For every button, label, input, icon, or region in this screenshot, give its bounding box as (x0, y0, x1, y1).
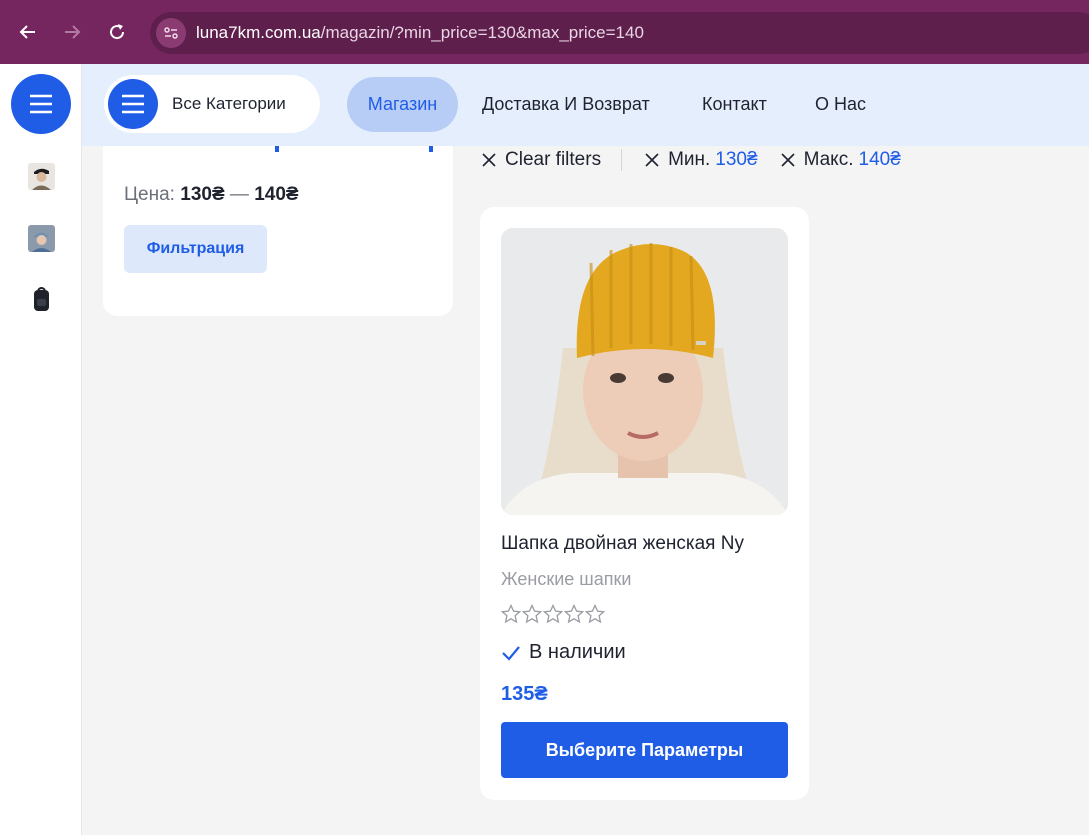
product-image[interactable] (501, 228, 788, 515)
clear-filters-link[interactable]: Clear filters (481, 149, 601, 171)
close-icon (781, 153, 795, 167)
product-title[interactable]: Шапка двойная женская Ny (501, 533, 744, 555)
price-slider-handle-min[interactable] (275, 146, 279, 152)
star-outline-icon (543, 604, 563, 624)
recent-product-thumb-3[interactable] (28, 286, 55, 313)
price-dash: — (229, 184, 249, 205)
all-categories-label: Все Категории (172, 94, 286, 113)
browser-toolbar: luna7km.com.ua/magazin/?min_price=130&ma… (0, 0, 1089, 64)
active-filters-bar: Clear filters Мин. 130₴ Макс. 140₴ (481, 146, 901, 174)
reload-icon (110, 24, 125, 40)
filter-button[interactable]: Фильтрация (124, 225, 267, 273)
back-button[interactable] (14, 18, 42, 46)
recent-product-thumb-1[interactable] (28, 163, 55, 190)
price-min-value: 130₴ (180, 184, 225, 205)
address-bar[interactable]: luna7km.com.ua/magazin/?min_price=130&ma… (150, 12, 1089, 54)
site-header: Все Категории Магазин Доставка И Возврат… (82, 64, 1089, 146)
url-path: /magazin/?min_price=130&max_price=140 (320, 23, 644, 42)
product-thumb-image (28, 286, 55, 313)
hamburger-icon (122, 94, 144, 114)
close-icon (482, 153, 496, 167)
min-price-value: 130₴ (715, 149, 758, 170)
close-icon (645, 153, 659, 167)
clear-filters-label: Clear filters (505, 149, 602, 170)
arrow-left-icon (19, 25, 35, 39)
checkmark-icon (502, 645, 520, 661)
hamburger-icon (30, 94, 52, 114)
site-info-icon[interactable] (156, 18, 186, 48)
product-card: Шапка двойная женская Ny Женские шапки В… (480, 207, 809, 800)
forward-button[interactable] (58, 18, 86, 46)
select-options-button[interactable]: Выберите Параметры (501, 722, 788, 778)
max-price-label: Макс. (803, 149, 854, 170)
product-photo (501, 228, 788, 515)
url-host: luna7km.com.ua (196, 23, 321, 42)
remove-min-price-filter[interactable]: Мин. 130₴ (644, 149, 758, 171)
nav-delivery-returns[interactable]: Доставка И Возврат (482, 77, 650, 132)
product-price: 135₴ (501, 683, 548, 705)
all-categories-button[interactable]: Все Категории (104, 75, 320, 133)
star-outline-icon (501, 604, 521, 624)
product-rating (501, 604, 606, 624)
filters-divider (621, 149, 623, 171)
recent-product-thumb-2[interactable] (28, 225, 55, 252)
star-outline-icon (522, 604, 542, 624)
remove-max-price-filter[interactable]: Макс. 140₴ (780, 149, 901, 171)
arrow-right-icon (65, 25, 81, 39)
nav-shop[interactable]: Магазин (347, 77, 458, 132)
nav-contact[interactable]: Контакт (702, 77, 767, 132)
nav-about[interactable]: О Нас (815, 77, 866, 132)
price-filter-widget: Цена: 130₴ — 140₴ Фильтрация (103, 146, 453, 316)
reload-button[interactable] (103, 18, 131, 46)
rail-menu-button[interactable] (11, 74, 71, 134)
price-slider-handle-max[interactable] (429, 146, 433, 152)
min-price-label: Мин. (668, 149, 711, 170)
max-price-value: 140₴ (858, 149, 901, 170)
left-rail (0, 64, 82, 835)
stock-status: В наличии (501, 641, 626, 664)
price-range-text: Цена: 130₴ — 140₴ (124, 184, 299, 206)
price-label: Цена: (124, 184, 175, 205)
product-category[interactable]: Женские шапки (501, 569, 631, 590)
product-thumb-image (28, 163, 55, 190)
star-outline-icon (585, 604, 605, 624)
price-max-value: 140₴ (254, 184, 299, 205)
stock-label: В наличии (529, 641, 626, 663)
categories-menu-icon-wrap (108, 79, 158, 129)
star-outline-icon (564, 604, 584, 624)
url-text: luna7km.com.ua/magazin/?min_price=130&ma… (196, 23, 644, 43)
product-thumb-image (28, 225, 55, 252)
